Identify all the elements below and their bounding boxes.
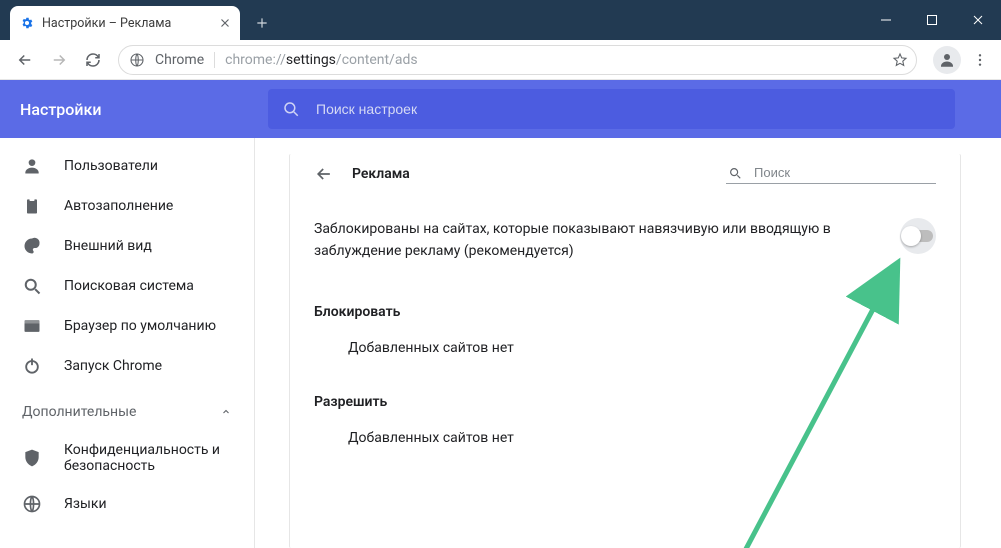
shield-icon	[22, 448, 42, 468]
ads-toggle-desc: Заблокированы на сайтах, которые показыв…	[314, 218, 880, 262]
sidebar-item-label: Автозаполнение	[64, 198, 173, 214]
sidebar-item-label: Языки	[64, 496, 107, 512]
window-minimize[interactable]	[863, 0, 909, 40]
sidebar-item-on-startup[interactable]: Запуск Chrome	[0, 346, 254, 386]
block-section-title: Блокировать	[314, 294, 936, 334]
sidebar-item-languages[interactable]: Языки	[0, 484, 254, 524]
tab-title: Настройки – Реклама	[42, 16, 210, 31]
settings-content-pane: Реклама Заблокированы на сайтах, которые…	[255, 138, 1001, 548]
toolbar: Chrome chrome://settings/content/ads	[0, 40, 1001, 80]
settings-sidebar: Пользователи Автозаполнение Внешний вид …	[0, 138, 255, 548]
content-card: Реклама Заблокированы на сайтах, которые…	[289, 154, 961, 548]
settings-title: Настройки	[0, 100, 268, 119]
block-empty-text: Добавленных сайтов нет	[314, 334, 936, 374]
nav-forward-button[interactable]	[44, 45, 74, 75]
omnibox-divider	[214, 52, 215, 68]
ads-toggle[interactable]	[900, 218, 936, 254]
close-tab-icon[interactable]	[218, 16, 232, 30]
window-controls	[863, 0, 1001, 40]
allow-empty-text: Добавленных сайтов нет	[314, 424, 936, 464]
sidebar-advanced-label: Дополнительные	[22, 404, 136, 420]
window-maximize[interactable]	[909, 0, 955, 40]
sidebar-item-default-browser[interactable]: Браузер по умолчанию	[0, 306, 254, 346]
globe-icon	[22, 494, 42, 514]
browser-window-icon	[22, 316, 42, 336]
nav-back-button[interactable]	[10, 45, 40, 75]
settings-search-input[interactable]	[314, 100, 941, 118]
sidebar-item-label: Конфиденциальность и безопасность	[64, 442, 224, 474]
chevron-up-icon	[220, 406, 232, 418]
sidebar-item-label: Запуск Chrome	[64, 358, 162, 374]
page-title: Реклама	[352, 166, 410, 182]
site-info-icon[interactable]	[129, 52, 145, 68]
search-icon	[728, 166, 742, 180]
new-tab-button[interactable]	[248, 9, 276, 37]
gear-icon	[20, 16, 34, 30]
search-icon	[22, 276, 42, 296]
sidebar-item-label: Внешний вид	[64, 238, 152, 254]
browser-tab-active[interactable]: Настройки – Реклама	[10, 6, 240, 40]
sidebar-item-label: Поисковая система	[64, 278, 194, 294]
person-icon	[22, 156, 42, 176]
settings-main: Пользователи Автозаполнение Внешний вид …	[0, 138, 1001, 548]
settings-header: Настройки	[0, 80, 1001, 138]
subpage-header: Реклама	[314, 154, 936, 200]
sidebar-advanced-toggle[interactable]: Дополнительные	[0, 386, 254, 432]
omnibox[interactable]: Chrome chrome://settings/content/ads	[118, 45, 917, 75]
sidebar-item-autofill[interactable]: Автозаполнение	[0, 186, 254, 226]
chrome-menu-button[interactable]	[965, 45, 995, 75]
allow-section-title: Разрешить	[314, 384, 936, 424]
power-icon	[22, 356, 42, 376]
inpage-search-input[interactable]	[752, 164, 932, 181]
window-close[interactable]	[955, 0, 1001, 40]
sidebar-item-label: Пользователи	[64, 158, 158, 174]
sidebar-item-privacy[interactable]: Конфиденциальность и безопасность	[0, 432, 254, 484]
omnibox-url: chrome://settings/content/ads	[225, 52, 417, 68]
nav-reload-button[interactable]	[78, 45, 108, 75]
settings-search-box[interactable]	[268, 89, 955, 129]
inpage-search[interactable]	[726, 164, 936, 184]
clipboard-icon	[22, 196, 42, 216]
sidebar-item-users[interactable]: Пользователи	[0, 146, 254, 186]
omnibox-scheme-label: Chrome	[155, 52, 204, 68]
back-arrow-icon[interactable]	[314, 164, 334, 184]
profile-avatar[interactable]	[933, 46, 961, 74]
palette-icon	[22, 236, 42, 256]
sidebar-item-label: Браузер по умолчанию	[64, 318, 216, 334]
bookmark-star-icon[interactable]	[892, 52, 908, 68]
ads-toggle-row: Заблокированы на сайтах, которые показыв…	[314, 200, 936, 284]
search-icon	[282, 100, 300, 118]
sidebar-item-appearance[interactable]: Внешний вид	[0, 226, 254, 266]
titlebar: Настройки – Реклама	[0, 0, 1001, 40]
sidebar-item-search-engine[interactable]: Поисковая система	[0, 266, 254, 306]
